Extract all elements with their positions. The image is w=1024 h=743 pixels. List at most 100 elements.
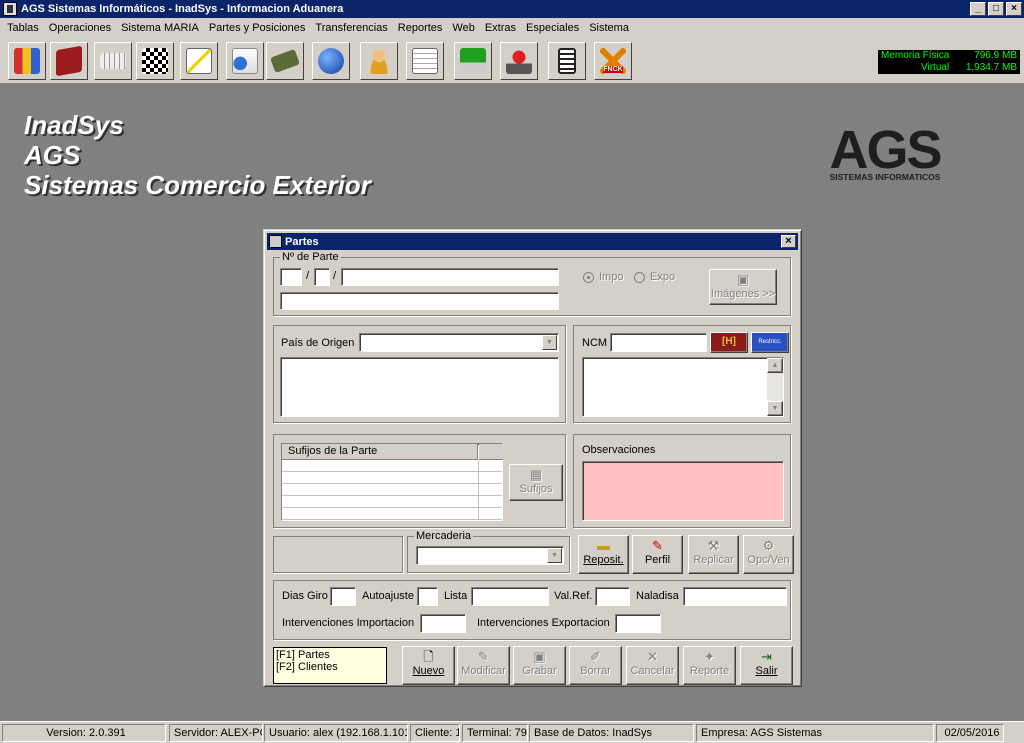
menu-sistema-maria[interactable]: Sistema MARIA — [116, 22, 204, 34]
menu-especiales[interactable]: Especiales — [521, 22, 584, 34]
naladisa-input[interactable] — [683, 587, 787, 606]
opc-ven-label: Opc/Ven — [747, 554, 790, 566]
chevron-down-icon[interactable]: ▼ — [547, 548, 562, 563]
notepad-icon[interactable] — [406, 42, 444, 80]
ncm-h-button[interactable]: [H] — [710, 332, 748, 353]
autoajuste-label: Autoajuste — [362, 590, 414, 602]
interv-import-input[interactable] — [420, 614, 466, 633]
reposit-button[interactable]: ▬ Reposit. — [578, 535, 629, 574]
ncm-label: NCM — [582, 337, 608, 349]
menu-extras[interactable]: Extras — [480, 22, 521, 34]
money-icon[interactable] — [266, 42, 304, 80]
impo-radio[interactable] — [583, 272, 594, 283]
autoajuste-input[interactable] — [417, 587, 438, 606]
pais-origen-textarea[interactable] — [280, 357, 559, 417]
status-base-datos: Base de Datos: InadSys — [529, 724, 694, 742]
cancelar-label: Cancelar — [630, 665, 675, 677]
globe-icon[interactable] — [312, 42, 350, 80]
menu-partes-posiciones[interactable]: Partes y Posiciones — [204, 22, 311, 34]
expo-radio[interactable] — [634, 272, 645, 283]
mercaderia-select[interactable]: ▼ — [416, 546, 564, 565]
val-ref-input[interactable] — [595, 587, 630, 606]
checkered-flag-icon[interactable] — [136, 42, 174, 80]
interv-export-input[interactable] — [615, 614, 661, 633]
menu-operaciones[interactable]: Operaciones — [44, 22, 116, 34]
eraser-icon: ✐ — [590, 649, 601, 664]
nuevo-button[interactable]: 🗋 Nuevo — [402, 646, 455, 685]
grabar-button[interactable]: ▣ Grabar — [513, 646, 566, 685]
memory-fisica-label: Memoria Física — [881, 50, 950, 61]
borrar-button[interactable]: ✐ Borrar — [569, 646, 622, 685]
replicar-button[interactable]: ⚒ Replicar — [688, 535, 739, 574]
close-button[interactable]: × — [1006, 2, 1022, 16]
pais-origen-select[interactable]: ▼ — [359, 333, 559, 352]
app-icon[interactable] — [3, 2, 17, 16]
save-icon: ▣ — [533, 649, 546, 664]
parte-number-input[interactable] — [341, 268, 559, 286]
sufijos-table[interactable]: Sufijos de la Parte — [281, 443, 503, 521]
menu-transferencias[interactable]: Transferencias — [310, 22, 392, 34]
impo-label: Impo — [599, 271, 624, 283]
chevron-down-icon[interactable]: ▼ — [542, 335, 557, 350]
opc-ven-button[interactable]: ⚙ Opc/Ven — [743, 535, 794, 574]
lista-input[interactable] — [471, 587, 549, 606]
restricc-button[interactable]: Restricc. — [751, 332, 789, 353]
modificar-button[interactable]: ✎ Modificar — [457, 646, 510, 685]
parte-prefix-input[interactable] — [280, 268, 302, 286]
stamp-icon[interactable] — [500, 42, 538, 80]
exit-label: FNCK — [603, 66, 623, 73]
new-doc-icon: 🗋 — [423, 649, 434, 664]
maximize-button[interactable]: □ — [988, 2, 1004, 16]
ncm-textarea[interactable]: ▲ ▼ — [582, 357, 784, 417]
imagenes-label: Imágenes >> — [710, 288, 776, 300]
user-icon[interactable] — [360, 42, 398, 80]
salir-button[interactable]: ⇥ Salir — [740, 646, 793, 685]
download-icon[interactable] — [454, 42, 492, 80]
shapes-icon[interactable] — [226, 42, 264, 80]
perfil-button[interactable]: ✎ Perfil — [632, 535, 683, 574]
lightning-doc-icon[interactable] — [180, 42, 218, 80]
grabar-label: Grabar — [522, 665, 557, 677]
dialog-icon — [269, 235, 282, 248]
brand-line-2: AGS — [24, 140, 81, 170]
ncm-input[interactable] — [610, 333, 707, 352]
users-icon[interactable] — [8, 42, 46, 80]
exit-icon[interactable]: FNCK — [594, 42, 632, 80]
mercaderia-label: Mercaderia — [414, 530, 474, 542]
dialog-close-button[interactable]: × — [781, 235, 796, 248]
minimize-button[interactable]: _ — [970, 2, 986, 16]
sufijos-button[interactable]: ▦ Sufijos — [509, 464, 563, 501]
sufijos-col-divider — [478, 460, 479, 520]
menu-web[interactable]: Web — [447, 22, 479, 34]
cancelar-button[interactable]: ✕ Cancelar — [626, 646, 679, 685]
book-icon[interactable] — [50, 42, 88, 80]
reporte-button[interactable]: ✦ Reporte — [683, 646, 736, 685]
parte-description-input[interactable] — [280, 292, 559, 310]
cancel-icon: ✕ — [647, 649, 658, 664]
memory-virtual-label: Virtual — [921, 62, 950, 73]
memory-indicator: Memoria Física 796.9 MB Virtual 1,934.7 MB — [878, 50, 1020, 74]
keyboard-icon[interactable] — [94, 42, 132, 80]
status-bar: Version: 2.0.391 Servidor: ALEX-PC Usuar… — [0, 721, 1024, 743]
ags-logo-text: AGS — [829, 120, 942, 180]
ags-logo-subtitle: SISTEMAS INFORMATICOS — [829, 172, 941, 182]
status-fecha: 02/05/2016 — [936, 724, 1004, 742]
menu-tablas[interactable]: Tablas — [2, 22, 44, 34]
toolbar: FNCK Memoria Física 796.9 MB Virtual 1,934… — [0, 38, 1024, 84]
imagenes-button[interactable]: ▣ Imágenes >> — [709, 269, 777, 305]
scrollbar[interactable]: ▲ ▼ — [767, 358, 783, 416]
status-empresa: Empresa: AGS Sistemas — [696, 724, 934, 742]
parte-mid-input[interactable] — [314, 268, 330, 286]
menu-reportes[interactable]: Reportes — [393, 22, 448, 34]
observaciones-textarea[interactable] — [582, 461, 784, 521]
interv-import-label: Intervenciones Importacion — [282, 617, 415, 629]
dias-giro-input[interactable] — [330, 587, 356, 606]
sufijos-group: Sufijos de la Parte ▦ Sufijos — [273, 434, 566, 528]
calculator-icon[interactable] — [548, 42, 586, 80]
slash-2: / — [333, 270, 337, 282]
fields-group: Dias Giro Autoajuste Lista Val.Ref. Nala… — [273, 580, 791, 640]
menu-sistema[interactable]: Sistema — [584, 22, 634, 34]
scroll-up-icon[interactable]: ▲ — [767, 358, 783, 373]
pencil-icon: ✎ — [652, 538, 663, 553]
scroll-down-icon[interactable]: ▼ — [767, 401, 783, 416]
